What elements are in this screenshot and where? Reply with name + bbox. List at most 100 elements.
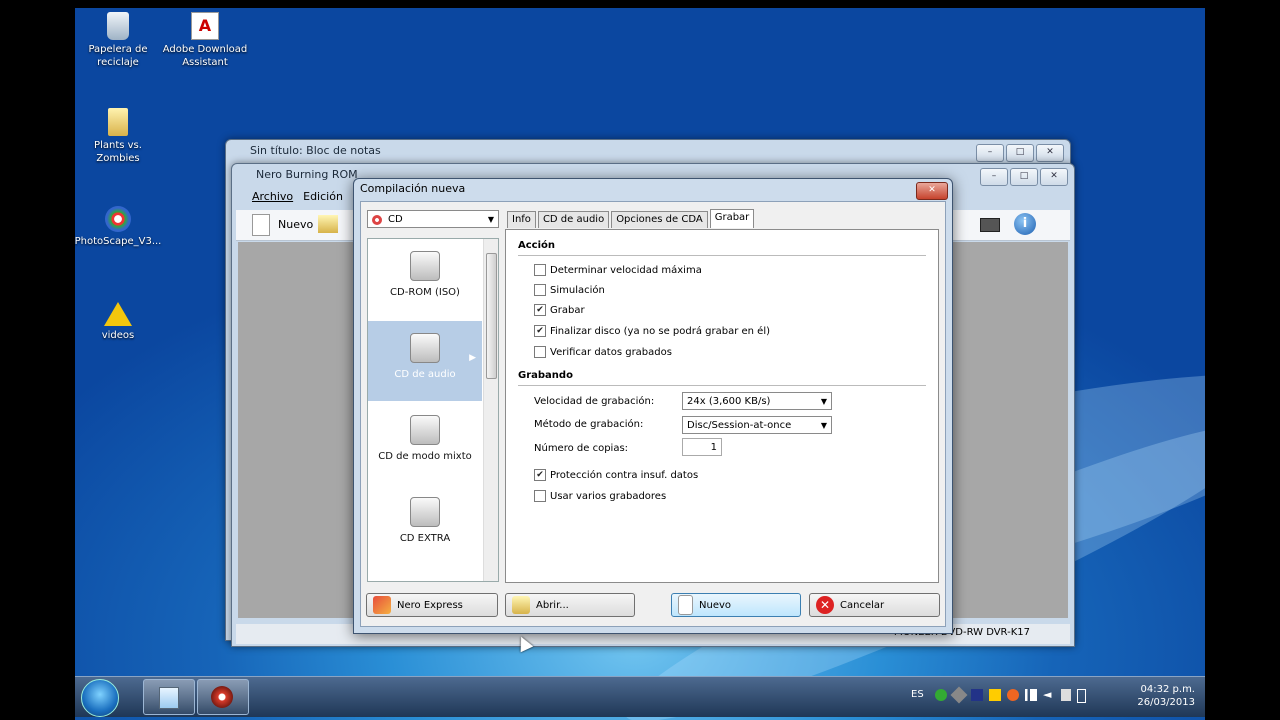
clock[interactable]: 04:32 p.m. 26/03/2013 bbox=[1125, 683, 1195, 709]
checkbox-finalize[interactable]: ✔ Finalizar disco (ya no se podrá grabar … bbox=[534, 325, 770, 337]
new-compilation-dialog: Compilación nueva ✕ CD ▼ CD-ROM (ISO) CD… bbox=[353, 178, 953, 634]
compilation-list: CD-ROM (ISO) CD de audio ▶ CD de modo mi… bbox=[367, 238, 499, 582]
list-scrollbar[interactable] bbox=[483, 239, 498, 581]
new-button[interactable]: Nuevo bbox=[671, 593, 801, 617]
list-item-label: CD de audio bbox=[394, 369, 456, 380]
chevron-right-icon: ▶ bbox=[469, 353, 476, 363]
checkbox-box[interactable]: ✔ bbox=[534, 469, 546, 481]
taskbar-notepad-button[interactable] bbox=[143, 679, 195, 715]
menu-archivo[interactable]: Archivo bbox=[252, 190, 293, 208]
desktop-icon-label: Plants vs. bbox=[94, 140, 142, 151]
mixed-cd-icon bbox=[410, 415, 440, 445]
checkbox-multiple-recorders[interactable]: Usar varios grabadores bbox=[534, 490, 666, 502]
copies-input[interactable]: 1 bbox=[682, 438, 722, 456]
cancel-button[interactable]: ✕ Cancelar bbox=[809, 593, 940, 617]
tray-app-icon[interactable] bbox=[950, 686, 968, 704]
cancel-icon: ✕ bbox=[816, 596, 834, 614]
battery-icon[interactable] bbox=[1077, 689, 1086, 703]
media-type-select[interactable]: CD ▼ bbox=[367, 210, 499, 228]
close-button[interactable]: ✕ bbox=[1036, 144, 1064, 162]
toolbar-drive-icon[interactable] bbox=[980, 218, 1000, 232]
tab-cd-audio[interactable]: CD de audio bbox=[537, 211, 610, 228]
notepad-icon bbox=[159, 687, 179, 709]
network-icon[interactable] bbox=[1025, 689, 1037, 701]
checkbox-box[interactable]: ✔ bbox=[534, 304, 546, 316]
nero-express-icon bbox=[373, 596, 391, 614]
flag-icon[interactable] bbox=[1061, 689, 1071, 701]
desktop-icon-label: Adobe Download bbox=[162, 44, 248, 55]
speed-label: Velocidad de grabación: bbox=[534, 396, 655, 407]
list-item-cd-audio[interactable]: CD de audio ▶ bbox=[368, 321, 482, 401]
tray-app-icon[interactable] bbox=[971, 689, 983, 701]
desktop-icon-label: PhotoScape_V3... bbox=[74, 236, 162, 247]
desktop-icon-plants-vs-zombies[interactable]: Plants vs. Zombies bbox=[73, 108, 163, 165]
maximize-button[interactable]: □ bbox=[1006, 144, 1034, 162]
section-action-title: Acción bbox=[518, 240, 556, 251]
scrollbar-thumb[interactable] bbox=[486, 253, 497, 379]
clock-date: 26/03/2013 bbox=[1137, 697, 1195, 708]
info-icon[interactable]: i bbox=[1014, 213, 1036, 235]
tray-app-icon[interactable] bbox=[989, 689, 1001, 701]
list-item-label: CD-ROM (ISO) bbox=[390, 287, 460, 298]
menu-edicion[interactable]: Edición bbox=[303, 190, 343, 208]
checkbox-box[interactable]: ✔ bbox=[534, 325, 546, 337]
list-item-cd-mixed[interactable]: CD de modo mixto bbox=[368, 403, 482, 483]
tab-info[interactable]: Info bbox=[507, 211, 536, 228]
start-button[interactable] bbox=[81, 679, 119, 717]
tray-icons: ◄ bbox=[935, 686, 1086, 704]
speed-value: 24x (3,600 KB/s) bbox=[687, 396, 771, 407]
tray-app-icon[interactable] bbox=[935, 689, 947, 701]
system-tray: ES ◄ 04:32 p.m. 26/03/2013 bbox=[895, 677, 1195, 717]
toolbar-new-icon[interactable] bbox=[252, 214, 270, 236]
maximize-button[interactable]: □ bbox=[1010, 168, 1038, 186]
chevron-down-icon: ▼ bbox=[820, 421, 827, 430]
adobe-icon: A bbox=[191, 12, 219, 40]
desktop-icon-recycle-bin[interactable]: Papelera de reciclaje bbox=[73, 12, 163, 69]
dialog-close-button[interactable]: ✕ bbox=[916, 182, 948, 200]
music-note-icon bbox=[410, 333, 440, 363]
checkbox-buffer-protection[interactable]: ✔ Protección contra insuf. datos bbox=[534, 469, 698, 481]
taskbar: ES ◄ 04:32 p.m. 26/03/2013 bbox=[75, 676, 1205, 717]
language-indicator[interactable]: ES bbox=[911, 689, 924, 700]
checkbox-burn[interactable]: ✔ Grabar bbox=[534, 304, 585, 316]
tab-strip: Info CD de audio Opciones de CDA Grabar bbox=[507, 209, 755, 228]
desktop-icon-label: Papelera de bbox=[88, 44, 148, 55]
tab-burn[interactable]: Grabar bbox=[709, 209, 755, 228]
desktop-icon-photoscape[interactable]: PhotoScape_V3... bbox=[73, 206, 163, 248]
list-item-cd-extra[interactable]: CD EXTRA bbox=[368, 485, 482, 565]
toolbar-new-label[interactable]: Nuevo bbox=[278, 218, 313, 231]
list-item-cd-rom-iso[interactable]: CD-ROM (ISO) bbox=[368, 239, 482, 319]
desktop-icon-videos[interactable]: videos bbox=[73, 302, 163, 342]
clock-time: 04:32 p.m. bbox=[1140, 684, 1195, 695]
close-button[interactable]: ✕ bbox=[1040, 168, 1068, 186]
desktop-icon-label: reciclaje bbox=[97, 57, 139, 68]
checkbox-box[interactable] bbox=[534, 346, 546, 358]
music-note-icon bbox=[410, 497, 440, 527]
toolbar-open-icon[interactable] bbox=[318, 215, 338, 233]
minimize-button[interactable]: – bbox=[980, 168, 1008, 186]
method-select[interactable]: Disc/Session-at-once ▼ bbox=[682, 416, 832, 434]
tab-cda-options[interactable]: Opciones de CDA bbox=[611, 211, 708, 228]
volume-icon[interactable]: ◄ bbox=[1043, 689, 1055, 701]
open-button[interactable]: Abrir... bbox=[505, 593, 635, 617]
checkbox-max-speed[interactable]: Determinar velocidad máxima bbox=[534, 264, 702, 276]
nero-express-button[interactable]: Nero Express bbox=[366, 593, 498, 617]
desktop-icon-label: videos bbox=[101, 330, 135, 341]
nero-icon bbox=[211, 686, 233, 708]
cd-rom-icon bbox=[410, 251, 440, 281]
taskbar-nero-button[interactable] bbox=[197, 679, 249, 715]
desktop-icon-adobe-download[interactable]: A Adobe Download Assistant bbox=[160, 12, 250, 69]
tray-app-icon[interactable] bbox=[1007, 689, 1019, 701]
checkbox-box[interactable] bbox=[534, 284, 546, 296]
desktop-icon-label: Zombies bbox=[96, 153, 140, 164]
speed-select[interactable]: 24x (3,600 KB/s) ▼ bbox=[682, 392, 832, 410]
checkbox-verify[interactable]: Verificar datos grabados bbox=[534, 346, 672, 358]
open-folder-icon bbox=[512, 596, 530, 614]
checkbox-simulation[interactable]: Simulación bbox=[534, 284, 605, 296]
divider bbox=[518, 255, 926, 256]
minimize-button[interactable]: – bbox=[976, 144, 1004, 162]
warning-icon bbox=[104, 302, 132, 326]
photoscape-icon bbox=[105, 206, 131, 232]
checkbox-box[interactable] bbox=[534, 264, 546, 276]
checkbox-box[interactable] bbox=[534, 490, 546, 502]
